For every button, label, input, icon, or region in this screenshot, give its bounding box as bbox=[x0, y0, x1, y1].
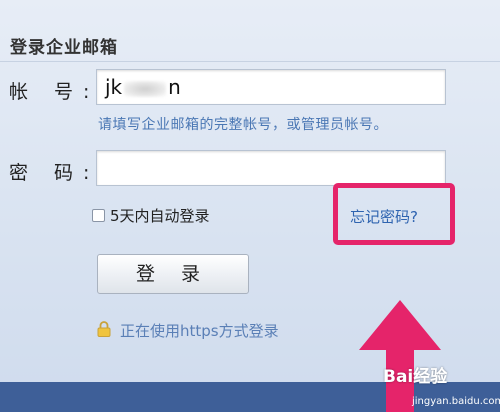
lock-icon bbox=[97, 321, 111, 337]
remember-label: 5天内自动登录 bbox=[110, 207, 210, 225]
watermark-url: jingyan.baidu.com bbox=[412, 396, 500, 407]
account-label: 帐 号: bbox=[9, 81, 100, 103]
forgot-password-link[interactable]: 忘记密码? bbox=[350, 206, 418, 227]
remember-me[interactable]: 5天内自动登录 bbox=[92, 205, 210, 226]
account-value-end: n bbox=[168, 75, 181, 99]
password-input[interactable] bbox=[96, 150, 446, 186]
account-hint: 请填写企业邮箱的完整帐号，或管理员帐号。 bbox=[98, 117, 388, 133]
title-divider bbox=[0, 61, 500, 62]
login-button[interactable]: 登 录 bbox=[97, 254, 249, 294]
password-label: 密 码: bbox=[9, 162, 100, 184]
remember-checkbox[interactable] bbox=[92, 209, 105, 222]
watermark-logo: Bai经验 bbox=[383, 367, 448, 387]
redaction-blur bbox=[124, 80, 167, 97]
form-title: 登录企业邮箱 bbox=[10, 38, 118, 58]
account-value-start: jk bbox=[105, 75, 123, 99]
arrow-up-icon bbox=[359, 300, 441, 412]
account-input[interactable]: jk n bbox=[96, 69, 446, 105]
https-status: 正在使用https方式登录 bbox=[120, 322, 279, 340]
